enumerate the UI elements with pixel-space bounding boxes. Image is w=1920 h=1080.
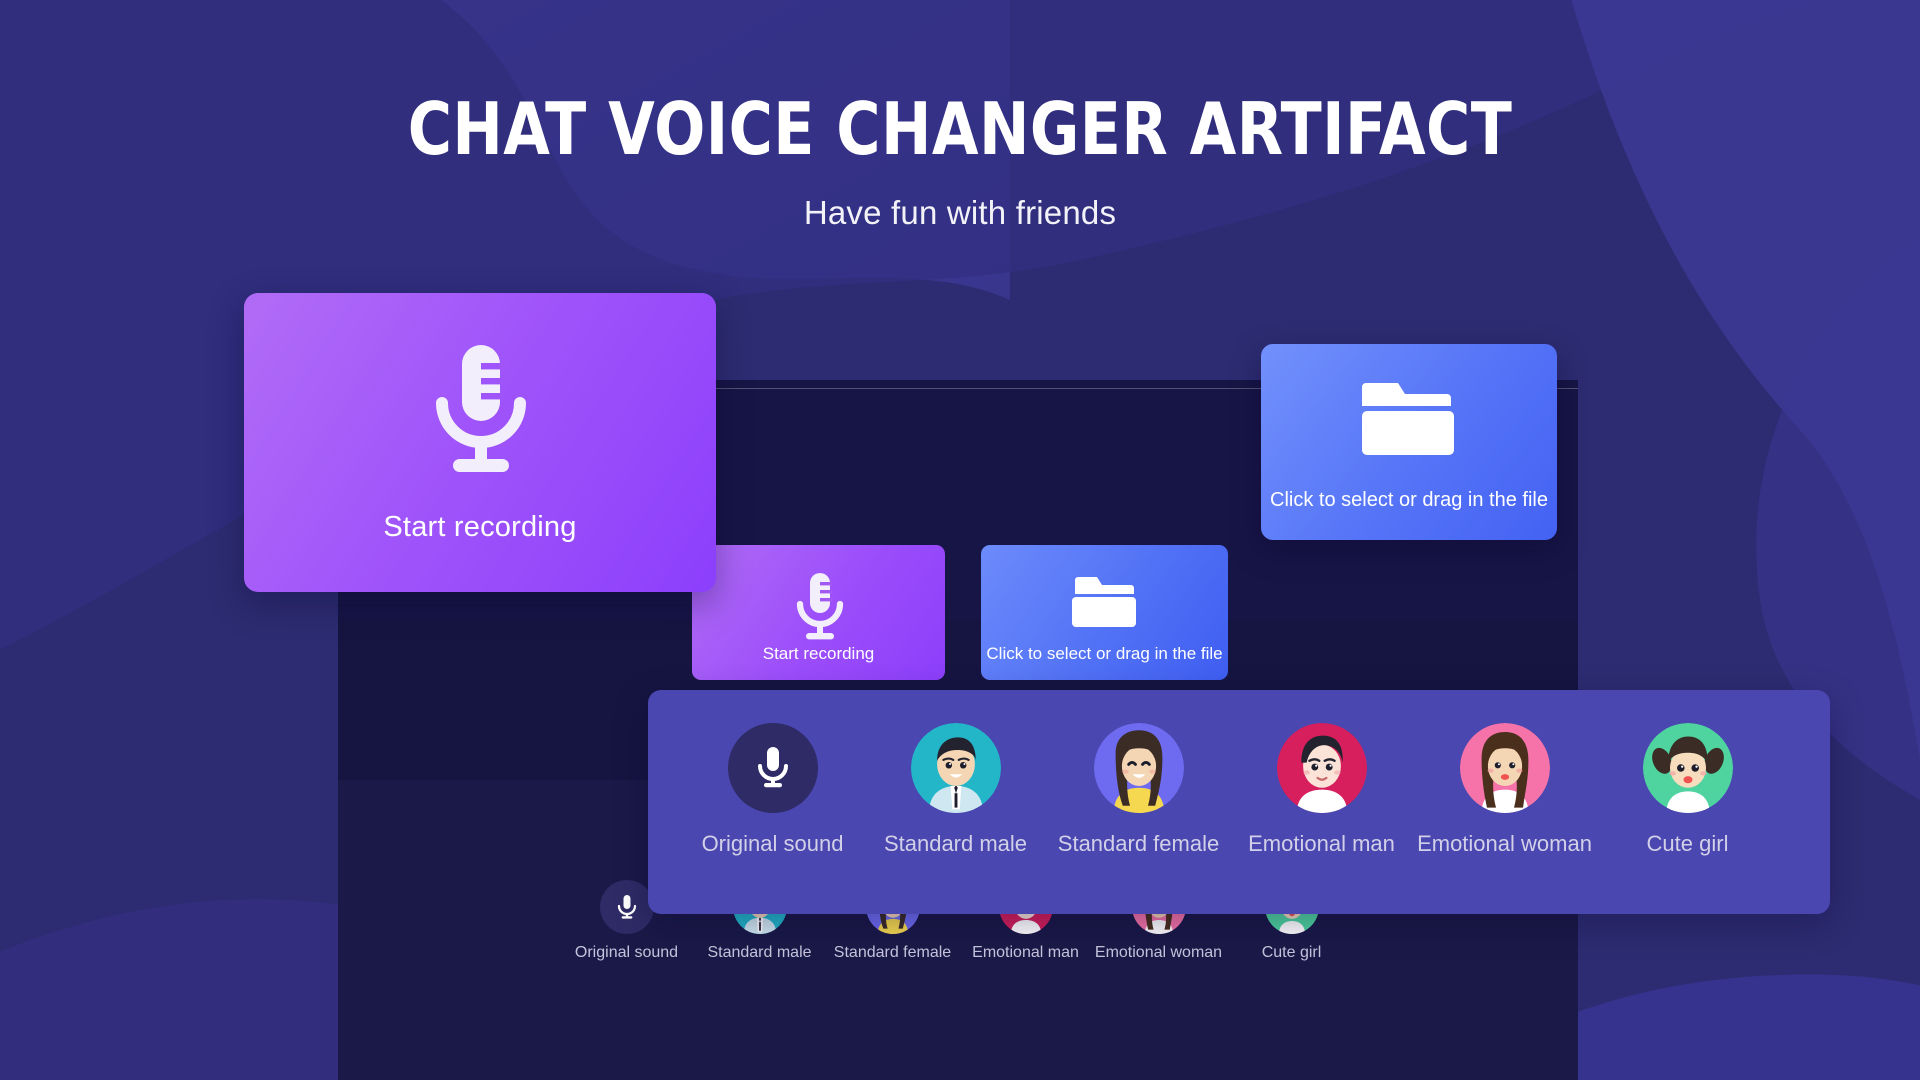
mini-voice-option-label: Emotional woman (1094, 944, 1223, 961)
start-recording-label: Start recording (383, 511, 577, 543)
voice-option-emotional-woman[interactable]: Emotional woman (1413, 723, 1596, 857)
microphone-icon (599, 880, 654, 934)
avatar-standard-female (1093, 723, 1184, 813)
voice-option-label: Cute girl (1646, 831, 1729, 856)
mini-voice-option-label: Standard male (707, 944, 812, 961)
select-file-card[interactable]: Click to select or drag in the file (1261, 344, 1557, 540)
voice-option-label: Emotional man (1248, 831, 1395, 856)
mini-card-label: Click to select or drag in the file (986, 644, 1223, 663)
microphone-icon (796, 573, 843, 640)
avatar-cute-girl (1642, 723, 1733, 813)
voice-option-emotional-man[interactable]: Emotional man (1230, 723, 1413, 857)
mini-select-file-card[interactable]: Click to select or drag in the file (981, 545, 1228, 680)
app-promo-banner: CHAT VOICE CHANGER ARTIFACT Have fun wit… (0, 0, 1920, 1080)
voice-option-original-sound[interactable]: Original sound (681, 723, 864, 857)
mini-voice-option-label: Cute girl (1261, 944, 1322, 961)
avatar-emotional-woman (1459, 723, 1550, 813)
voice-option-label: Standard female (1057, 831, 1220, 856)
start-recording-card[interactable]: Start recording (244, 293, 716, 592)
mini-voice-option-label: Emotional man (972, 944, 1079, 961)
avatar-emotional-man (1276, 723, 1367, 813)
mini-start-recording-card[interactable]: Start recording (692, 545, 945, 680)
voice-option-label: Emotional woman (1417, 831, 1592, 856)
microphone-icon (727, 723, 818, 813)
mini-card-label: Start recording (762, 644, 875, 663)
page-title: CHAT VOICE CHANGER ARTIFACT (407, 87, 1513, 171)
voice-option-label: Standard male (883, 831, 1028, 856)
avatar-standard-male (910, 723, 1001, 813)
title-block: CHAT VOICE CHANGER ARTIFACT Have fun wit… (0, 87, 1920, 232)
voice-option-standard-male[interactable]: Standard male (864, 723, 1047, 857)
voice-option-cute-girl[interactable]: Cute girl (1596, 723, 1779, 857)
folder-icon (1362, 383, 1454, 455)
page-subtitle: Have fun with friends (803, 193, 1117, 231)
voice-option-panel: Original sound Standard male Standard fe… (648, 690, 1830, 914)
mini-voice-option-label: Standard female (833, 944, 952, 961)
voice-option-label: Original sound (701, 831, 844, 856)
mini-voice-option-label: Original sound (574, 944, 679, 961)
select-file-label: Click to select or drag in the file (1270, 489, 1548, 511)
folder-icon (1071, 577, 1136, 627)
voice-option-standard-female[interactable]: Standard female (1047, 723, 1230, 857)
microphone-icon (436, 345, 526, 472)
